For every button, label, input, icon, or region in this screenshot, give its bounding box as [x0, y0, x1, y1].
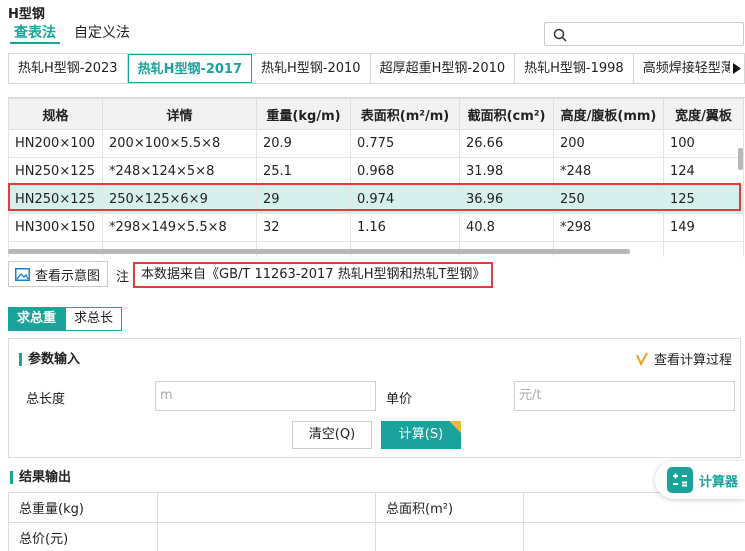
tab-hot-rolled-2017[interactable]: 热轧H型钢-2017 [127, 54, 253, 83]
chevron-right-icon [733, 63, 741, 74]
col-spec[interactable]: 规格 [8, 98, 103, 130]
length-label: 总长度 [26, 392, 66, 407]
table-cell: 124 [663, 157, 744, 186]
table-cell: HN200×100 [8, 129, 103, 158]
total-price-value [157, 522, 376, 551]
calculate-button[interactable]: 计算(S) [381, 421, 461, 449]
table-cell: 36.96 [459, 185, 554, 214]
table-row[interactable]: HN200×100 200×100×5.5×8 20.9 0.775 26.66… [8, 129, 744, 158]
col-surface[interactable]: 表面积(m²/m) [350, 98, 460, 130]
calc-mode-tabs: 求总重 求总长 [8, 307, 123, 331]
tab-hot-rolled-2023[interactable]: 热轧H型钢-2023 [9, 54, 128, 83]
calculator-label: 计算器 [699, 474, 739, 490]
table-cell: *248 [553, 157, 664, 186]
table-cell: HN300×150 [8, 213, 103, 242]
table-cell: 31.98 [459, 157, 554, 186]
table-cell: *298 [553, 213, 664, 242]
page-title: H型钢 [8, 7, 45, 22]
table-cell: *248×124×5×8 [102, 157, 257, 186]
standard-tabs: 热轧H型钢-2023 热轧H型钢-2017 热轧H型钢-2010 超厚超重H型钢… [8, 53, 745, 84]
corner-badge-icon [449, 421, 461, 433]
tab-welded-light[interactable]: 高频焊接轻型薄壁 [634, 54, 744, 83]
results-table: 总重量(kg) 总面积(m²) 总价(元) [8, 492, 745, 551]
table-cell: 200×100×5.5×8 [102, 129, 257, 158]
view-process-link[interactable]: 查看计算过程 [636, 349, 732, 368]
results-title: 结果输出 [10, 471, 71, 484]
table-cell: 100 [663, 129, 744, 158]
table-cell: 29 [256, 185, 351, 214]
horizontal-scrollbar[interactable] [8, 249, 630, 254]
col-weight[interactable]: 重量(kg/m) [256, 98, 351, 130]
table-cell: 149 [663, 213, 744, 242]
price-label: 单价 [386, 392, 413, 407]
table-cell: 26.66 [459, 129, 554, 158]
search-input[interactable] [544, 22, 744, 46]
vertical-scrollbar[interactable] [738, 148, 743, 170]
search-icon [553, 28, 567, 42]
table-cell: *298×149×5.5×8 [102, 213, 257, 242]
table-cell: 0.968 [350, 157, 460, 186]
tab-hot-rolled-2010[interactable]: 热轧H型钢-2010 [252, 54, 371, 83]
calculate-label: 计算(S) [398, 427, 444, 442]
length-input[interactable]: m [155, 381, 376, 411]
table-cell: 125 [663, 185, 744, 214]
price-input[interactable]: 元/t [514, 381, 735, 411]
view-diagram-button[interactable]: 查看示意图 [8, 261, 108, 287]
note-label: 注 [116, 270, 130, 285]
data-source-note: 本数据来自《GB/T 11263-2017 热轧H型钢和热轧T型钢》 [133, 262, 494, 288]
table-cell: 200 [553, 129, 664, 158]
table-cell: 0.974 [350, 185, 460, 214]
total-weight-label: 总重量(kg) [8, 492, 158, 523]
method-tabs: 查表法 自定义法 [10, 22, 134, 44]
table-row[interactable]: HN300×150 *298×149×5.5×8 32 1.16 40.8 *2… [8, 213, 744, 242]
tab-total-weight[interactable]: 求总重 [8, 307, 66, 331]
table-cell: 250 [553, 185, 664, 214]
table-row-selected[interactable]: HN250×125 250×125×6×9 29 0.974 36.96 250… [8, 185, 744, 214]
view-process-label: 查看计算过程 [653, 353, 732, 368]
col-width[interactable]: 宽度/翼板 [663, 98, 744, 130]
tab-hot-rolled-1998[interactable]: 热轧H型钢-1998 [515, 54, 634, 83]
table-cell: 250×125×6×9 [102, 185, 257, 214]
table-cell: 40.8 [459, 213, 554, 242]
next-tab-button[interactable] [730, 54, 744, 83]
col-height[interactable]: 高度/腹板(mm) [553, 98, 664, 130]
view-diagram-label: 查看示意图 [35, 268, 101, 284]
tab-lookup[interactable]: 查表法 [10, 22, 60, 44]
table-row[interactable]: HN250×125 *248×124×5×8 25.1 0.968 31.98 … [8, 157, 744, 186]
col-detail[interactable]: 详情 [102, 98, 257, 130]
table-cell: HN250×125 [8, 185, 103, 214]
parameter-input-panel: 参数输入 查看计算过程 总长度 m 单价 元/t 清空(Q) 计算(S) [8, 338, 741, 458]
data-table: 规格 详情 重量(kg/m) 表面积(m²/m) 截面积(cm²) 高度/腹板(… [8, 97, 745, 257]
calculator-widget[interactable]: 计算器 [655, 461, 745, 499]
col-section[interactable]: 截面积(cm²) [459, 98, 554, 130]
tab-custom[interactable]: 自定义法 [70, 22, 134, 44]
table-cell: 25.1 [256, 157, 351, 186]
tab-total-length[interactable]: 求总长 [65, 307, 123, 331]
total-weight-value [157, 492, 376, 523]
image-icon [15, 267, 30, 281]
total-price-label: 总价(元) [8, 522, 158, 551]
process-icon [636, 352, 648, 366]
table-cell: 20.9 [256, 129, 351, 158]
table-cell: 0.775 [350, 129, 460, 158]
table-cell: 32 [256, 213, 351, 242]
calculator-icon [667, 467, 693, 493]
table-header: 规格 详情 重量(kg/m) 表面积(m²/m) 截面积(cm²) 高度/腹板(… [8, 98, 744, 130]
total-area-label: 总面积(m²) [375, 492, 524, 523]
table-cell: 1.16 [350, 213, 460, 242]
tab-heavy-2010[interactable]: 超厚超重H型钢-2010 [371, 54, 516, 83]
table-cell: HN250×125 [8, 157, 103, 186]
params-title: 参数输入 [19, 353, 80, 366]
clear-button[interactable]: 清空(Q) [292, 421, 372, 449]
